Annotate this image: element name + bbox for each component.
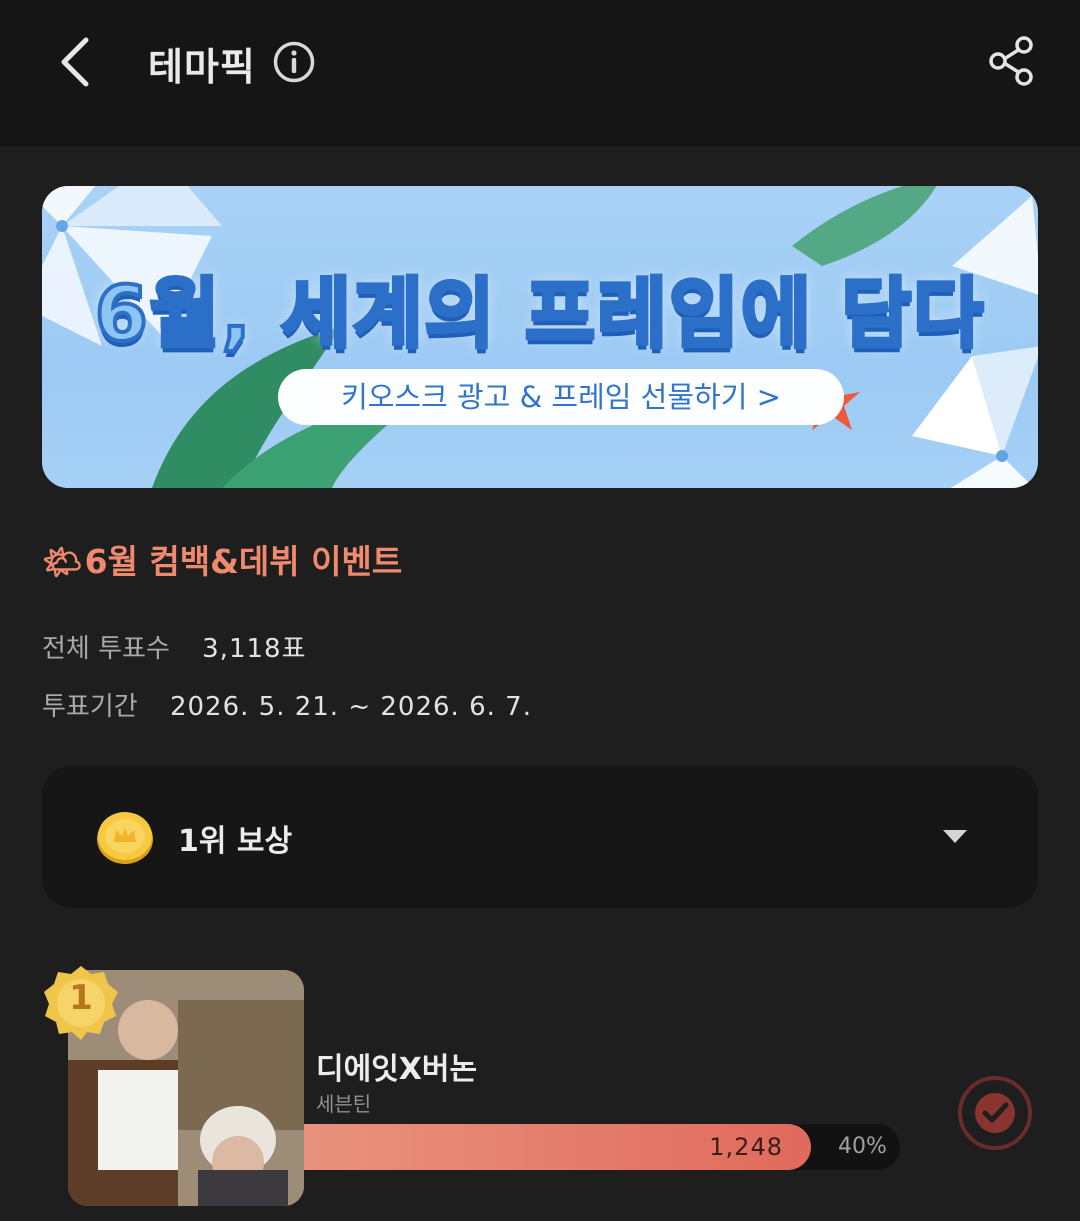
promo-banner[interactable]: 6월, 세계의 프레임에 담다 키오스크 광고 & 프레임 선물하기 >: [42, 186, 1038, 488]
banner-headline: 6월, 세계의 프레임에 담다: [93, 267, 986, 360]
share-icon: [989, 36, 1033, 86]
rank-badge: 1: [42, 964, 120, 1042]
event-title-text: 6월 컴백&데뷔 이벤트: [84, 542, 403, 581]
vote-button[interactable]: [956, 1074, 1034, 1152]
check-circle-icon: [958, 1076, 1032, 1150]
caret-down-icon: [943, 830, 967, 843]
vote-progress-bar: 1,248: [304, 1124, 900, 1170]
banner-cta[interactable]: 키오스크 광고 & 프레임 선물하기 >: [278, 369, 844, 425]
crown-coin-icon: [97, 812, 153, 864]
page-title: 테마픽: [148, 45, 256, 89]
total-votes-label: 전체 투표수: [42, 634, 170, 664]
vote-percent: 40%: [838, 1134, 887, 1159]
vote-period-row: 투표기간 2026. 5. 21. ~ 2026. 6. 7.: [42, 686, 532, 723]
info-button[interactable]: [272, 40, 316, 84]
share-button[interactable]: [986, 34, 1038, 88]
reward-accordion[interactable]: 1위 보상: [42, 766, 1038, 908]
total-votes-value: 3,118표: [202, 634, 307, 664]
candidate-name: 디에잇X버논: [316, 1052, 478, 1087]
candidate-group: 세븐틴: [316, 1092, 372, 1116]
back-button[interactable]: [52, 32, 102, 92]
event-title: 🌤6월 컴백&데뷔 이벤트: [42, 535, 402, 583]
vote-progress-fill: 1,248: [304, 1124, 811, 1170]
sun-behind-cloud-icon: 🌤: [42, 543, 83, 581]
umbrella-illustration: [912, 346, 1038, 488]
top-app-bar: 테마픽: [0, 0, 1080, 146]
vote-period-value: 2026. 5. 21. ~ 2026. 6. 7.: [169, 692, 532, 722]
rank-number: 1: [69, 978, 93, 1018]
reward-label: 1위 보상: [178, 824, 293, 859]
vote-period-label: 투표기간: [42, 692, 138, 722]
vote-count: 1,248: [709, 1133, 783, 1161]
total-votes-row: 전체 투표수 3,118표: [42, 628, 307, 665]
info-icon: [273, 41, 315, 83]
chevron-left-icon: [61, 37, 89, 87]
